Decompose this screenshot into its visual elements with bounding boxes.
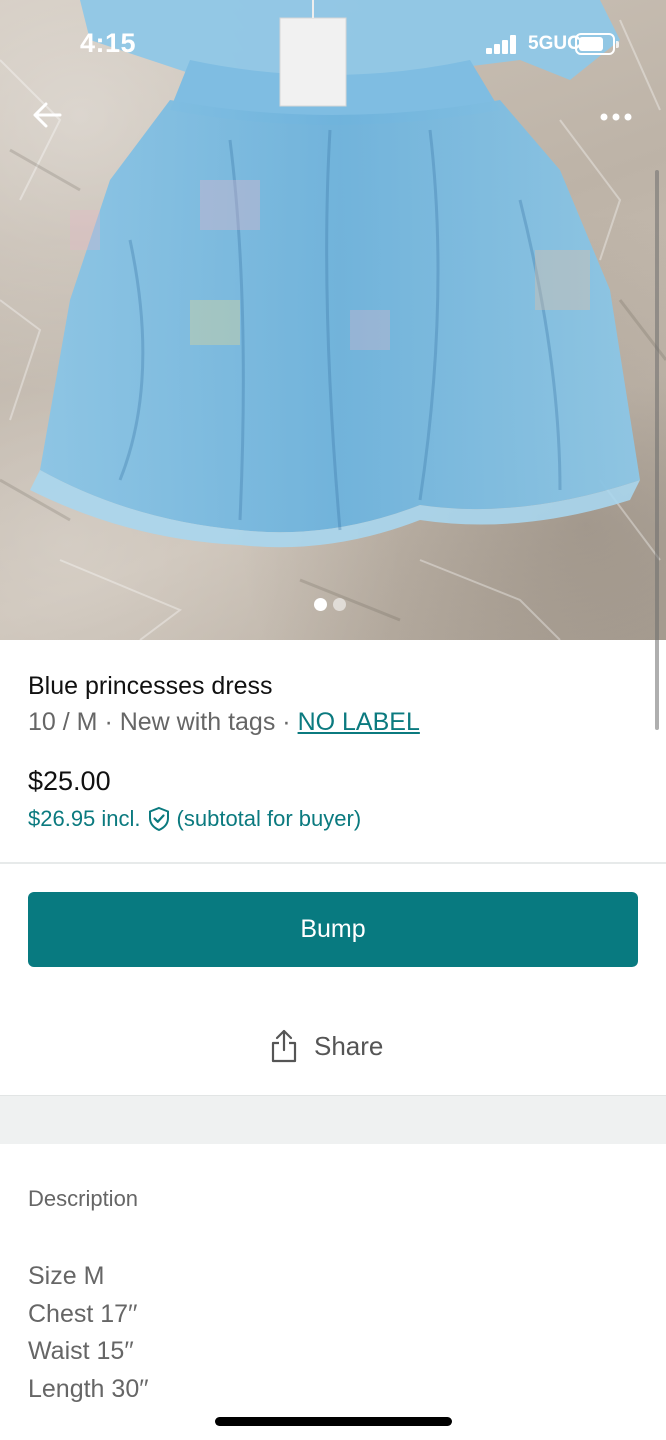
share-icon bbox=[271, 1029, 297, 1063]
more-dots-icon bbox=[600, 113, 632, 121]
description-heading: Description bbox=[28, 1186, 139, 1211]
meta-separator: · bbox=[282, 708, 291, 736]
item-info: Blue princesses dress 10 / M · New with … bbox=[28, 668, 638, 740]
brand-link[interactable]: NO LABEL bbox=[298, 708, 420, 736]
status-time: 4:15 bbox=[80, 28, 137, 58]
description-body: Size M Chest 17′′ Waist 15′′ Length 30′′ bbox=[28, 1258, 149, 1408]
description-line: Waist 15′′ bbox=[28, 1337, 134, 1365]
share-button[interactable]: Share bbox=[270, 1022, 383, 1070]
battery-icon bbox=[575, 33, 619, 55]
arrow-left-icon bbox=[33, 102, 62, 128]
back-button[interactable] bbox=[24, 92, 70, 138]
item-condition: New with tags bbox=[119, 708, 276, 736]
network-type: 5GUC bbox=[528, 33, 581, 54]
share-label: Share bbox=[314, 1030, 384, 1061]
product-photo[interactable] bbox=[0, 0, 666, 640]
description-line: Length 30′′ bbox=[28, 1374, 149, 1403]
pagination-dot bbox=[333, 598, 346, 611]
dress-photo-illustration bbox=[0, 0, 666, 640]
pagination-dot-active bbox=[314, 598, 327, 611]
meta-separator: · bbox=[104, 708, 113, 736]
description-line: Size M bbox=[28, 1262, 105, 1290]
more-options-button[interactable] bbox=[592, 96, 644, 138]
buyer-price-row[interactable]: $26.95 incl. (subtotal for buyer) bbox=[28, 806, 361, 832]
item-meta: 10 / M · New with tags · NO LABEL bbox=[28, 704, 638, 740]
shield-check-icon bbox=[148, 806, 169, 832]
section-spacer bbox=[0, 1095, 666, 1144]
signal-icon bbox=[486, 34, 520, 54]
scroll-indicator bbox=[655, 170, 659, 730]
item-size: 10 / M bbox=[28, 708, 98, 736]
description-line: Chest 17′′ bbox=[28, 1299, 138, 1328]
item-title: Blue princesses dress bbox=[28, 672, 273, 700]
buyer-price: $26.95 incl. bbox=[28, 806, 141, 831]
home-indicator[interactable] bbox=[215, 1417, 452, 1426]
buyer-price-note: (subtotal for buyer) bbox=[176, 806, 362, 831]
photo-pagination bbox=[314, 598, 346, 611]
status-bar: 4:15 5GUC bbox=[0, 0, 666, 88]
bump-button[interactable]: Bump bbox=[28, 892, 638, 967]
section-divider bbox=[0, 862, 666, 864]
item-price: $25.00 bbox=[28, 766, 111, 796]
